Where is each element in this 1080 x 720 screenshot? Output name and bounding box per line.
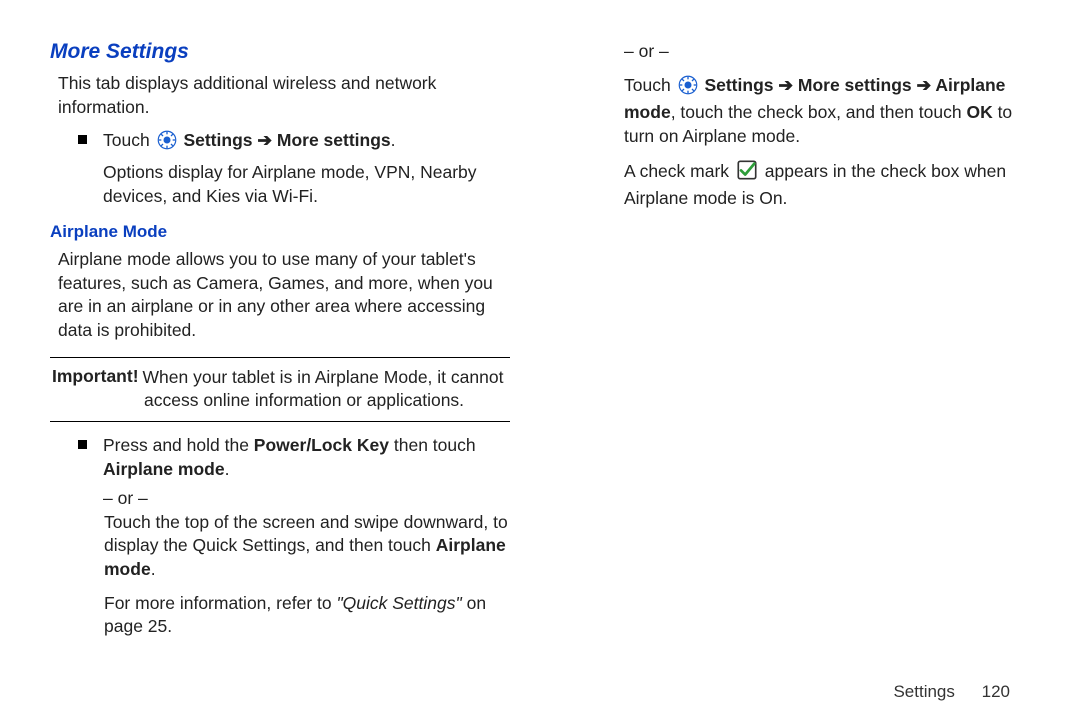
important-text-2: access online information or application…: [144, 389, 508, 413]
settings-gear-icon: [678, 75, 698, 102]
checkbox-checked-icon: [736, 159, 758, 188]
important-callout: Important! When your tablet is in Airpla…: [50, 357, 510, 422]
press-hold-a: Press and hold the: [103, 435, 254, 455]
press-hold-b: then touch: [389, 435, 476, 455]
path-settings-more: Settings ➔ More settings: [183, 130, 390, 150]
checkmark-line: A check mark appears in the check box wh…: [624, 159, 1030, 211]
bullet-body: Touch Settings: [103, 129, 510, 208]
page-footer: Settings 120: [893, 682, 1010, 702]
footer-section: Settings: [893, 682, 954, 701]
touch2-tail: , touch the check box, and then touch: [671, 102, 967, 122]
bullet-touch-settings: Touch Settings: [78, 129, 510, 208]
airplane-desc: Airplane mode allows you to use many of …: [58, 248, 510, 343]
or-sep-2: – or –: [624, 40, 1030, 64]
text-touch: Touch: [103, 130, 150, 150]
for-more-a: For more information, refer to: [104, 593, 336, 613]
power-lock-key: Power/Lock Key: [254, 435, 389, 455]
airplane-mode-bold: Airplane mode: [103, 459, 225, 479]
or-sep-1: – or –: [103, 487, 510, 511]
swipe-down-line: Touch the top of the screen and swipe do…: [104, 511, 510, 582]
more-settings-intro: This tab displays additional wireless an…: [58, 72, 510, 119]
touch-word-2: Touch: [624, 75, 671, 95]
footer-page-number: 120: [982, 682, 1010, 702]
period3: .: [151, 559, 156, 579]
important-label: Important!: [52, 366, 143, 390]
heading-airplane-mode: Airplane Mode: [50, 222, 510, 242]
period: .: [391, 130, 396, 150]
period2: .: [225, 459, 230, 479]
for-more-info: For more information, refer to "Quick Se…: [104, 592, 510, 639]
options-line: Options display for Airplane mode, VPN, …: [103, 161, 510, 208]
important-text-1: When your tablet is in Airplane Mode, it…: [143, 366, 508, 390]
heading-more-settings: More Settings: [50, 40, 510, 64]
check-a: A check mark: [624, 161, 734, 181]
quick-settings-ref: "Quick Settings": [336, 593, 461, 613]
square-bullet-icon: [78, 440, 87, 449]
square-bullet-icon: [78, 135, 87, 144]
bullet-body: Press and hold the Power/Lock Key then t…: [103, 434, 510, 511]
bullet-press-hold: Press and hold the Power/Lock Key then t…: [78, 434, 510, 511]
manual-page: More Settings This tab displays addition…: [0, 0, 1080, 670]
touch-path-2: Touch Settings ➔ More settings ➔ Airplan…: [624, 74, 1030, 149]
ok-bold: OK: [966, 102, 992, 122]
settings-gear-icon: [157, 130, 177, 157]
